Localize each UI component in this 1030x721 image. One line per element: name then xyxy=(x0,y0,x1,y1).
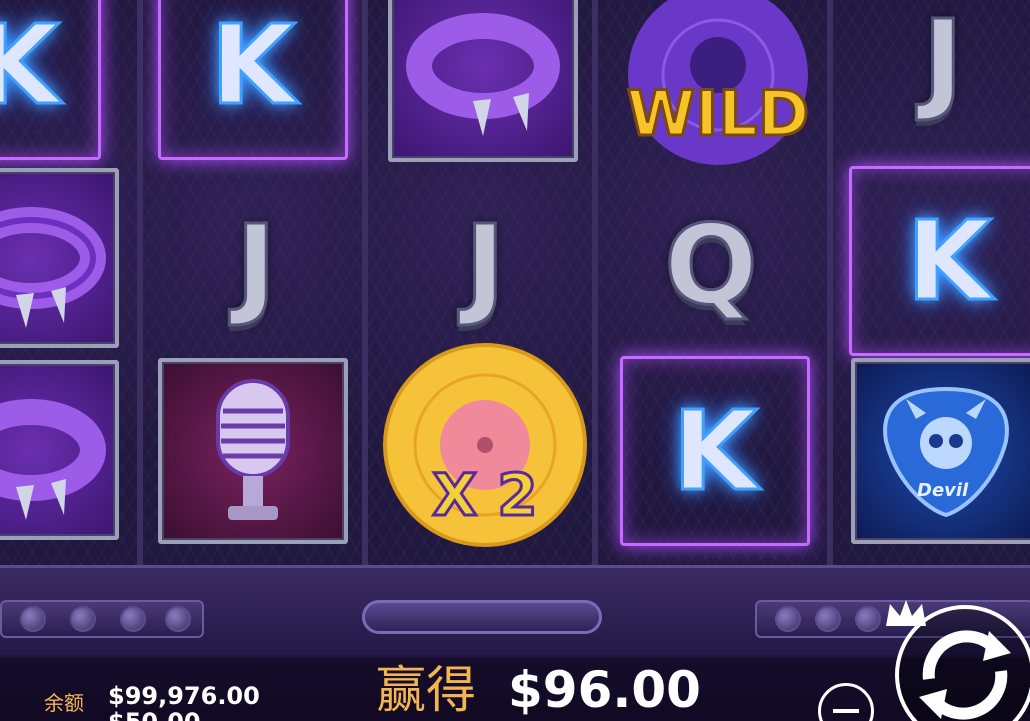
reel-5: J K Devil xyxy=(830,0,1030,565)
spiked-bracelet-icon xyxy=(406,13,560,136)
reel-1: K xyxy=(0,0,140,565)
reel-handle xyxy=(362,600,602,634)
win-amount: $96.00 xyxy=(508,661,701,719)
symbol-letter: K xyxy=(209,1,297,129)
multiplier-label: X 2 xyxy=(431,460,539,531)
microphone-icon xyxy=(216,379,290,520)
symbol-letter: J xyxy=(463,201,507,329)
balance-value: $99,976.00 xyxy=(108,682,260,710)
symbol-j: J xyxy=(848,0,1030,155)
wild-label: WILD xyxy=(625,75,810,151)
bolt xyxy=(855,606,881,632)
symbol-spiked-bracelet xyxy=(388,0,578,162)
bolt xyxy=(120,606,146,632)
bolt xyxy=(775,606,801,632)
symbol-letter: J xyxy=(234,201,278,329)
symbol-k-highlighted: K xyxy=(158,0,348,160)
win-label: 赢得 xyxy=(376,661,476,719)
symbol-q: Q xyxy=(616,170,806,360)
symbol-j: J xyxy=(161,170,351,360)
symbol-k-highlighted: K xyxy=(849,166,1030,356)
bolt xyxy=(815,606,841,632)
reel-4: WILD Q K xyxy=(595,0,830,565)
symbol-letter: K xyxy=(905,197,993,325)
symbol-microphone xyxy=(158,358,348,544)
reel-2: K J xyxy=(140,0,365,565)
bet-value: $50.00 xyxy=(108,708,201,721)
spiked-bracelet-icon xyxy=(0,399,106,520)
symbol-guitar-pick: Devil xyxy=(851,358,1030,544)
bolt xyxy=(70,606,96,632)
symbol-j: J xyxy=(390,170,580,360)
symbol-spiked-bracelet xyxy=(0,168,119,348)
symbol-letter: K xyxy=(671,387,759,515)
symbol-letter: J xyxy=(921,0,965,124)
balance-label: 余额 xyxy=(44,691,84,715)
symbol-multiplier-disc: X 2 xyxy=(380,340,590,550)
reel-3: J X 2 xyxy=(365,0,595,565)
symbol-spiked-bracelet xyxy=(0,360,119,540)
symbol-letter: Q xyxy=(663,201,760,329)
symbol-k-highlighted: K xyxy=(0,0,101,160)
spiked-bracelet-icon xyxy=(0,207,106,328)
bolt xyxy=(165,606,191,632)
crown-icon xyxy=(886,600,926,626)
symbol-wild: WILD xyxy=(618,0,818,170)
guitar-pick-label: Devil xyxy=(917,480,969,501)
slot-game-stage: K K J J X 2 WILD Q K J K Devil 赢得 $96.00… xyxy=(0,0,1030,721)
symbol-k-highlighted: K xyxy=(620,356,810,546)
bolt xyxy=(20,606,46,632)
symbol-letter: K xyxy=(0,1,61,129)
